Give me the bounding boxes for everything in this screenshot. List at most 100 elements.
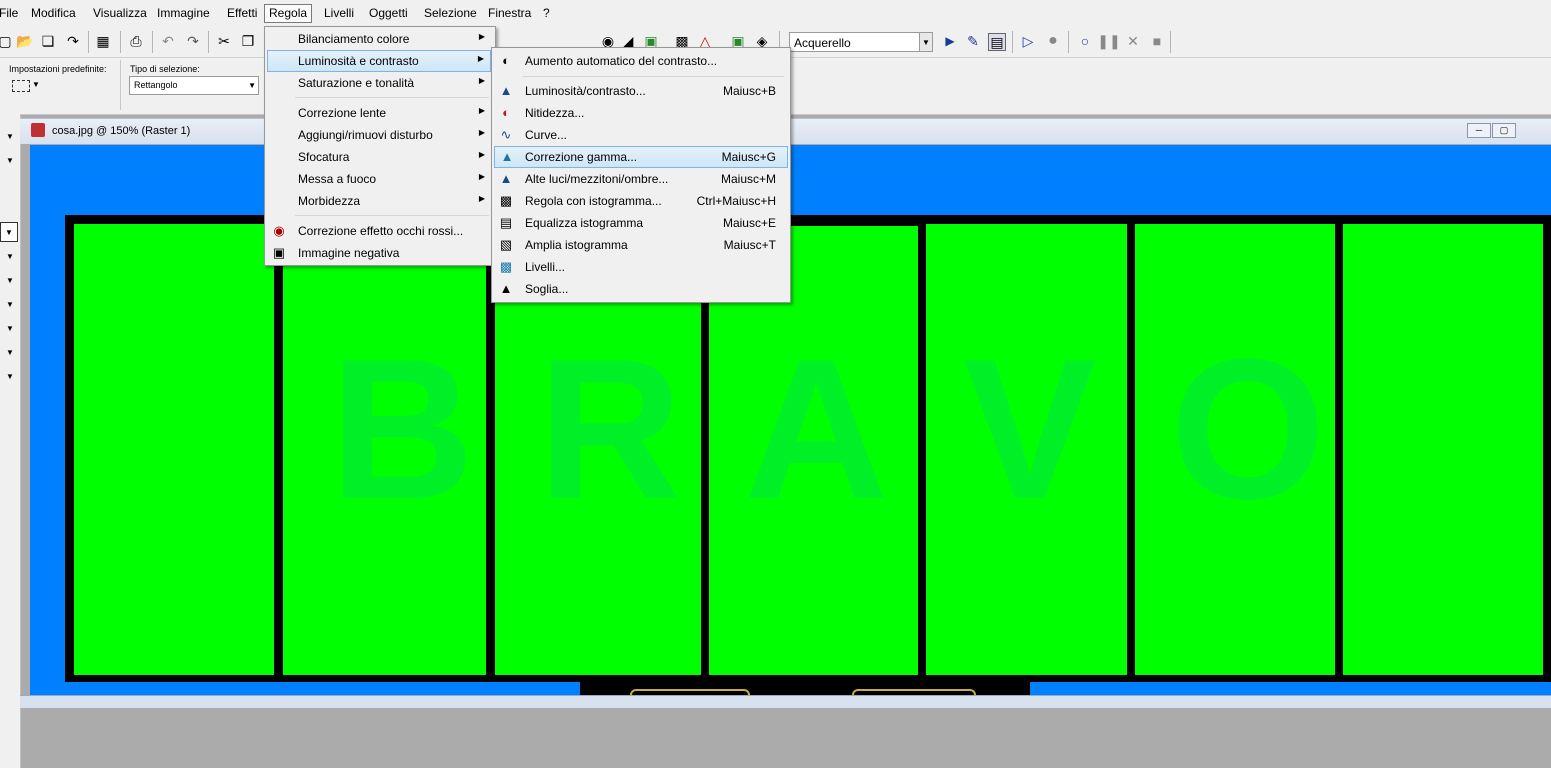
new-file-icon[interactable]: ▢ <box>0 33 13 49</box>
submenu-item-correzione-gamma[interactable]: ▲ Correzione gamma... Maiusc+G <box>494 146 788 168</box>
levels-icon: ▩ <box>499 259 513 274</box>
tool-active-icon[interactable]: ▼ <box>0 222 18 242</box>
maximize-button[interactable]: ▢ <box>1492 123 1516 138</box>
tool-dropdown-icon[interactable]: ▼ <box>6 252 14 261</box>
save-disk-icon[interactable]: ▦ <box>95 33 111 49</box>
histogram-adjust-icon: ▩ <box>499 193 513 208</box>
submenu-item-label: Correzione gamma... <box>525 150 638 164</box>
toolbar-separator <box>208 31 209 53</box>
script-select[interactable]: Acquerello <box>789 32 933 52</box>
submenu-item-alte-luci[interactable]: ▲ Alte luci/mezzitoni/ombre... Maiusc+M <box>494 168 786 190</box>
document-icon <box>31 123 45 137</box>
submenu-item-soglia[interactable]: ▲ Soglia... <box>494 278 786 300</box>
menu-selezione[interactable]: Selezione <box>424 6 477 20</box>
menu-modifica[interactable]: Modifica <box>31 6 76 20</box>
chevron-down-icon: ▼ <box>248 81 256 90</box>
menu-immagine[interactable]: Immagine <box>157 6 210 20</box>
submenu-item-curve[interactable]: ∿ Curve... <box>494 124 786 146</box>
toolbar-separator <box>1012 31 1013 53</box>
undo-icon[interactable]: ↶ <box>160 33 176 49</box>
curves-icon: ∿ <box>500 127 512 142</box>
submenu-item-livelli[interactable]: ▩ Livelli... <box>494 256 786 278</box>
negative-image-icon: ▣ <box>272 245 286 260</box>
tool-dropdown-icon[interactable]: ▼ <box>6 276 14 285</box>
submenu-item-amplia-istogramma[interactable]: ▧ Amplia istogramma Maiusc+T <box>494 234 786 256</box>
menu-item-immagine-negativa[interactable]: ▣ Immagine negativa <box>267 242 491 264</box>
paste-icon[interactable]: ❐ <box>240 33 256 49</box>
copy-icon[interactable]: ❏ <box>40 33 56 49</box>
chevron-down-icon[interactable]: ▼ <box>919 32 933 52</box>
stop-icon[interactable]: ■ <box>1149 33 1165 49</box>
tool-dropdown-icon[interactable]: ▼ <box>6 132 14 141</box>
script-list-icon[interactable]: ▤ <box>988 33 1006 51</box>
menu-item-label: Sfocatura <box>298 150 350 164</box>
menu-finestra[interactable]: Finestra <box>488 6 531 20</box>
redo-icon[interactable]: ↷ <box>185 33 201 49</box>
circle-icon[interactable]: ○ <box>1077 33 1093 49</box>
submenu-item-equalizza-istogramma[interactable]: ▤ Equalizza istogramma Maiusc+E <box>494 212 786 234</box>
menu-effetti[interactable]: Effetti <box>227 6 257 20</box>
menu-item-messa-a-fuoco[interactable]: Messa a fuoco ▶ <box>267 168 491 190</box>
toolbar-separator <box>120 31 121 53</box>
menu-item-label: Correzione lente <box>298 106 387 120</box>
chevron-down-icon[interactable]: ▼ <box>32 80 40 89</box>
submenu-item-label: Alte luci/mezzitoni/ombre... <box>525 172 669 186</box>
selection-type-select[interactable]: Rettangolo ▼ <box>129 76 259 95</box>
minimize-button[interactable]: ─ <box>1467 123 1491 138</box>
print-icon[interactable]: ⎙ <box>128 33 144 49</box>
tool-dropdown-icon[interactable]: ▼ <box>6 324 14 333</box>
tool-dropdown-icon[interactable]: ▼ <box>6 300 14 309</box>
menu-item-aggiungi-rimuovi-disturbo[interactable]: Aggiungi/rimuovi disturbo ▶ <box>267 124 491 146</box>
pause-icon[interactable]: ❚❚ <box>1097 33 1120 49</box>
submenu-item-luminosita-contrasto[interactable]: ▲ Luminosità/contrasto... Maiusc+B <box>494 80 786 102</box>
submenu-item-auto-contrasto[interactable]: ◐ Aumento automatico del contrasto... <box>494 50 786 72</box>
close-x-icon[interactable]: ✕ <box>1125 33 1141 49</box>
submenu-item-nitidezza[interactable]: ◐ Nitidezza... <box>494 102 786 124</box>
toolbar-separator <box>152 31 153 53</box>
scissors-icon[interactable]: ✂ <box>216 33 232 49</box>
tool-dropdown-icon[interactable]: ▼ <box>6 156 14 165</box>
submenu-arrow-icon: ▶ <box>478 194 485 203</box>
play-icon[interactable]: ▶ <box>942 33 958 49</box>
submenu-arrow-icon: ▶ <box>478 106 485 115</box>
submenu-arrow-icon: ▶ <box>478 150 485 159</box>
script-edit-icon[interactable]: ✎ <box>965 33 981 49</box>
board-letter: B <box>330 318 475 541</box>
board-letter: O <box>1170 318 1326 541</box>
submenu-arrow-icon: ▶ <box>477 54 484 63</box>
shortcut-label: Maiusc+G <box>721 150 776 164</box>
marquee-preset-icon[interactable] <box>12 80 30 92</box>
clarity-icon: ◐ <box>502 105 510 120</box>
menu-regola[interactable]: Regola <box>264 4 313 23</box>
record-icon[interactable]: ● <box>1045 33 1061 49</box>
submenu-item-regola-istogramma[interactable]: ▩ Regola con istogramma... Ctrl+Maiusc+H <box>494 190 786 212</box>
menu-bar: File Modifica Visualizza Immagine Effett… <box>0 0 1551 29</box>
menu-item-bilanciamento-colore[interactable]: Bilanciamento colore ▶ <box>267 28 491 50</box>
tool-dropdown-icon[interactable]: ▼ <box>6 372 14 381</box>
submenu-arrow-icon: ▶ <box>478 128 485 137</box>
menu-item-saturazione-tonalita[interactable]: Saturazione e tonalità ▶ <box>267 72 491 94</box>
gamma-icon: ▲ <box>500 149 514 164</box>
menu-item-luminosita-contrasto[interactable]: Luminosità e contrasto ▶ <box>267 50 491 72</box>
menu-item-morbidezza[interactable]: Morbidezza ▶ <box>267 190 491 212</box>
shortcut-label: Ctrl+Maiusc+H <box>696 194 776 208</box>
submenu-item-label: Curve... <box>525 128 568 142</box>
menu-visualizza[interactable]: Visualizza <box>93 6 147 20</box>
menu-file[interactable]: File <box>0 6 18 20</box>
document-title: cosa.jpg @ 150% (Raster 1) <box>52 125 191 137</box>
tool-dropdown-icon[interactable]: ▼ <box>6 348 14 357</box>
histogram-equalize-icon: ▤ <box>499 215 513 230</box>
tools-palette: ▼ ▼ ▼ ▼ ▼ ▼ ▼ ▼ ▼ <box>0 114 21 768</box>
browse-icon[interactable]: ↷ <box>65 33 81 49</box>
red-eye-icon: ◉ <box>273 223 285 238</box>
open-folder-icon[interactable]: 📂 <box>16 33 33 49</box>
menu-item-occhi-rossi[interactable]: ◉ Correzione effetto occhi rossi... <box>267 220 491 242</box>
menu-oggetti[interactable]: Oggetti <box>369 6 408 20</box>
run-script-icon[interactable]: ▷ <box>1020 33 1036 49</box>
menu-help[interactable]: ? <box>543 6 550 20</box>
menu-livelli[interactable]: Livelli <box>324 6 354 20</box>
menu-separator <box>295 215 489 216</box>
menu-item-correzione-lente[interactable]: Correzione lente ▶ <box>267 102 491 124</box>
brightness-contrast-icon: ▲ <box>499 83 513 98</box>
menu-item-sfocatura[interactable]: Sfocatura ▶ <box>267 146 491 168</box>
